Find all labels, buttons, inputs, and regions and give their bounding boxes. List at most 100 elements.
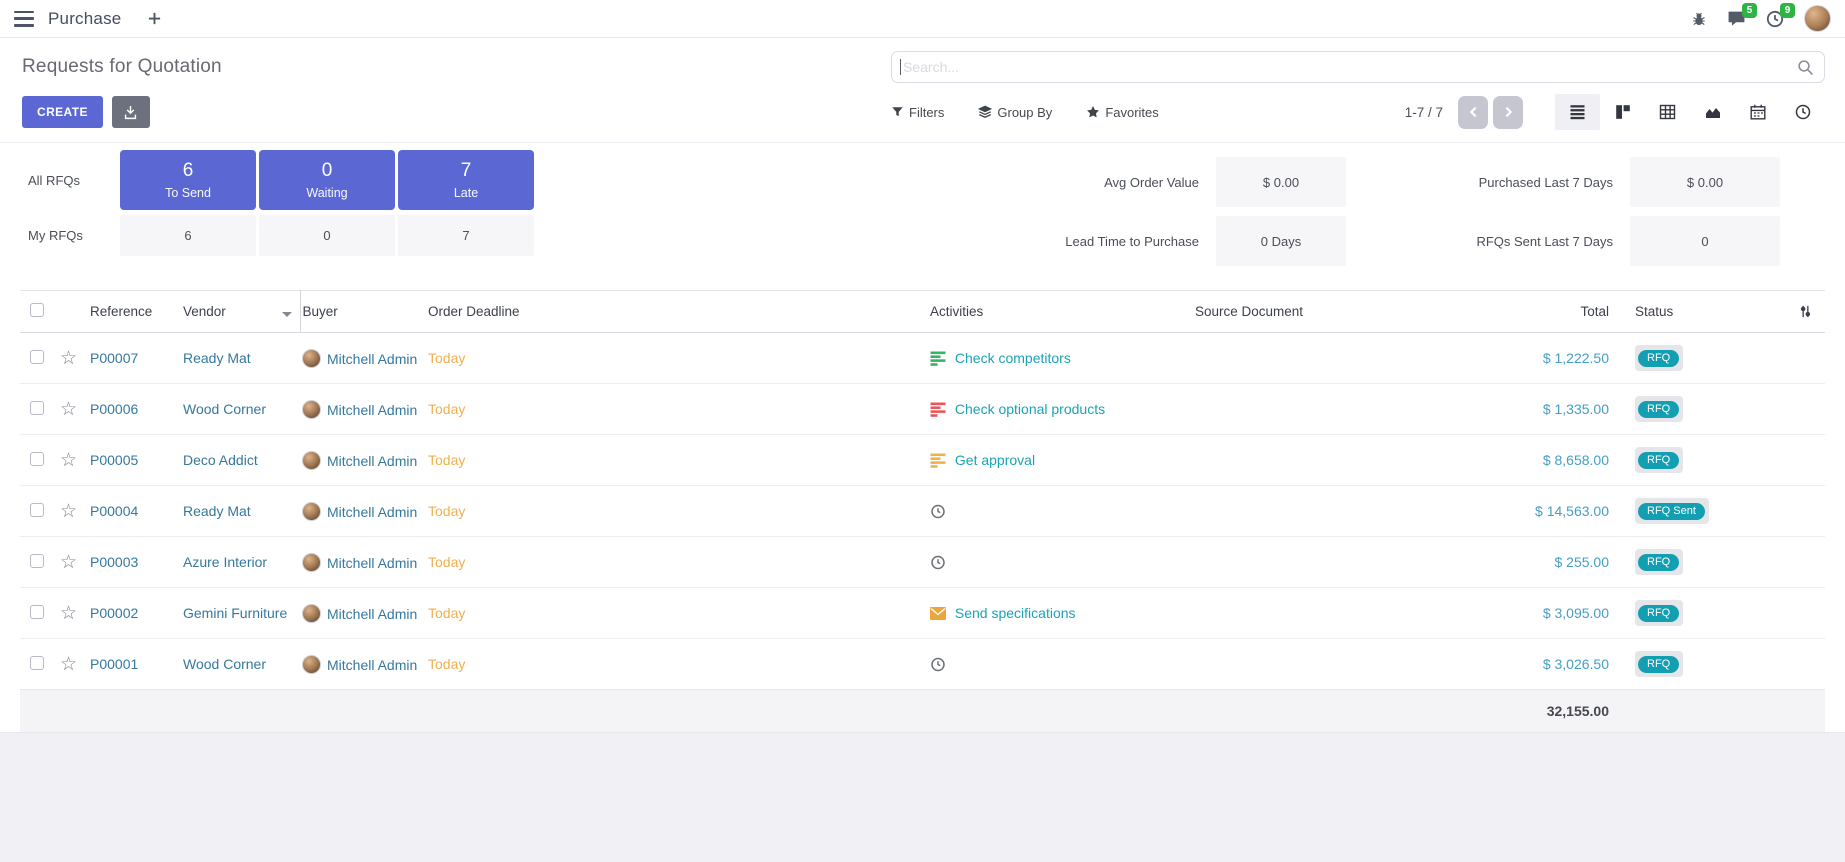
column-header-source-document[interactable]: Source Document [1193, 291, 1443, 333]
row-checkbox[interactable] [30, 656, 44, 670]
table-row[interactable]: ☆ P00007 Ready Mat Mitchell Admin Today … [20, 333, 1825, 384]
buyer-link[interactable]: Mitchell Admin [327, 402, 417, 418]
vendor-link[interactable]: Ready Mat [183, 350, 251, 366]
row-checkbox[interactable] [30, 350, 44, 364]
graph-view-button[interactable] [1690, 94, 1735, 130]
table-row[interactable]: ☆ P00006 Wood Corner Mitchell Admin Toda… [20, 384, 1825, 435]
table-row[interactable]: ☆ P00005 Deco Addict Mitchell Admin Toda… [20, 435, 1825, 486]
activities-clock-icon[interactable]: 9 [1766, 10, 1784, 28]
my-waiting-box[interactable]: 0 [259, 215, 395, 256]
buyer-link[interactable]: Mitchell Admin [327, 555, 417, 571]
row-checkbox[interactable] [30, 503, 44, 517]
search-icon[interactable] [1797, 59, 1814, 76]
activity-type-icon[interactable] [930, 402, 946, 417]
reference-link[interactable]: P00006 [90, 401, 138, 417]
total-amount: $ 14,563.00 [1535, 503, 1609, 519]
waiting-card[interactable]: 0 Waiting [259, 150, 395, 210]
reference-link[interactable]: P00003 [90, 554, 138, 570]
favorite-star-icon[interactable]: ☆ [60, 348, 77, 369]
user-avatar[interactable] [1804, 5, 1831, 32]
row-checkbox[interactable] [30, 605, 44, 619]
vendor-link[interactable]: Wood Corner [183, 656, 266, 672]
vendor-link[interactable]: Wood Corner [183, 401, 266, 417]
clock-icon [930, 504, 946, 519]
activity-label[interactable]: Check optional products [955, 401, 1105, 417]
late-card[interactable]: 7 Late [398, 150, 534, 210]
activity-type-icon[interactable] [930, 504, 946, 519]
activity-type-icon[interactable] [930, 606, 946, 621]
row-checkbox[interactable] [30, 452, 44, 466]
favorite-star-icon[interactable]: ☆ [60, 501, 77, 522]
row-checkbox[interactable] [30, 554, 44, 568]
source-document-value [1193, 537, 1443, 588]
list-view-button[interactable] [1555, 94, 1600, 130]
activity-type-icon[interactable] [930, 351, 946, 366]
pager-next-button[interactable] [1493, 96, 1523, 129]
activity-type-icon[interactable] [930, 657, 946, 672]
table-row[interactable]: ☆ P00003 Azure Interior Mitchell Admin T… [20, 537, 1825, 588]
vendor-link[interactable]: Deco Addict [183, 452, 258, 468]
buyer-link[interactable]: Mitchell Admin [327, 606, 417, 622]
total-amount: $ 1,222.50 [1543, 350, 1609, 366]
table-row[interactable]: ☆ P00002 Gemini Furniture Mitchell Admin… [20, 588, 1825, 639]
activity-view-button[interactable] [1780, 94, 1825, 130]
buyer-link[interactable]: Mitchell Admin [327, 657, 417, 673]
activity-type-icon[interactable] [930, 555, 946, 570]
optional-columns-icon[interactable] [1798, 304, 1813, 319]
favorite-star-icon[interactable]: ☆ [60, 654, 77, 675]
column-header-total[interactable]: Total [1443, 291, 1613, 333]
buyer-link[interactable]: Mitchell Admin [327, 351, 417, 367]
purchased-last-7-days-value: $ 0.00 [1630, 157, 1780, 207]
row-checkbox[interactable] [30, 401, 44, 415]
import-button[interactable] [112, 96, 150, 128]
favorite-star-icon[interactable]: ☆ [60, 450, 77, 471]
column-header-vendor[interactable]: Vendor [181, 291, 300, 333]
filters-button[interactable]: Filters [891, 105, 944, 120]
group-by-button[interactable]: Group By [978, 105, 1052, 120]
activity-label[interactable]: Get approval [955, 452, 1035, 468]
favorite-star-icon[interactable]: ☆ [60, 603, 77, 624]
activity-label[interactable]: Check competitors [955, 350, 1071, 366]
debug-bug-icon[interactable] [1691, 11, 1707, 27]
rfq-list: Reference Vendor Buyer Order Deadline Ac… [20, 290, 1825, 733]
reference-link[interactable]: P00007 [90, 350, 138, 366]
my-to-send-box[interactable]: 6 [120, 215, 256, 256]
create-button[interactable]: CREATE [22, 96, 103, 128]
favorites-button[interactable]: Favorites [1086, 105, 1158, 120]
column-header-reference[interactable]: Reference [88, 291, 181, 333]
activity-type-icon[interactable] [930, 453, 946, 468]
select-all-checkbox[interactable] [30, 303, 44, 317]
favorite-star-icon[interactable]: ☆ [60, 552, 77, 573]
plus-icon[interactable] [147, 11, 162, 26]
pivot-view-button[interactable] [1645, 94, 1690, 130]
to-send-card[interactable]: 6 To Send [120, 150, 256, 210]
activity-label[interactable]: Send specifications [955, 605, 1076, 621]
reference-link[interactable]: P00005 [90, 452, 138, 468]
buyer-link[interactable]: Mitchell Admin [327, 504, 417, 520]
column-header-status[interactable]: Status [1613, 291, 1753, 333]
reference-link[interactable]: P00002 [90, 605, 138, 621]
my-late-box[interactable]: 7 [398, 215, 534, 256]
menu-hamburger-icon[interactable] [14, 11, 34, 27]
favorite-star-icon[interactable]: ☆ [60, 399, 77, 420]
search-input[interactable] [903, 59, 1797, 75]
vendor-link[interactable]: Ready Mat [183, 503, 251, 519]
buyer-link[interactable]: Mitchell Admin [327, 453, 417, 469]
column-header-buyer[interactable]: Buyer [300, 291, 426, 333]
tasks-icon [930, 453, 946, 468]
status-badge: RFQ [1638, 554, 1679, 571]
column-header-activities[interactable]: Activities [928, 291, 1193, 333]
table-row[interactable]: ☆ P00004 Ready Mat Mitchell Admin Today … [20, 486, 1825, 537]
pager-previous-button[interactable] [1458, 96, 1488, 129]
reference-link[interactable]: P00004 [90, 503, 138, 519]
calendar-view-button[interactable] [1735, 94, 1780, 130]
messages-icon[interactable]: 5 [1727, 10, 1746, 27]
vendor-link[interactable]: Gemini Furniture [183, 605, 287, 621]
reference-link[interactable]: P00001 [90, 656, 138, 672]
table-row[interactable]: ☆ P00001 Wood Corner Mitchell Admin Toda… [20, 639, 1825, 690]
search-box[interactable] [891, 51, 1825, 83]
order-deadline-value: Today [428, 452, 465, 468]
vendor-link[interactable]: Azure Interior [183, 554, 267, 570]
column-header-order-deadline[interactable]: Order Deadline [426, 291, 928, 333]
kanban-view-button[interactable] [1600, 94, 1645, 130]
